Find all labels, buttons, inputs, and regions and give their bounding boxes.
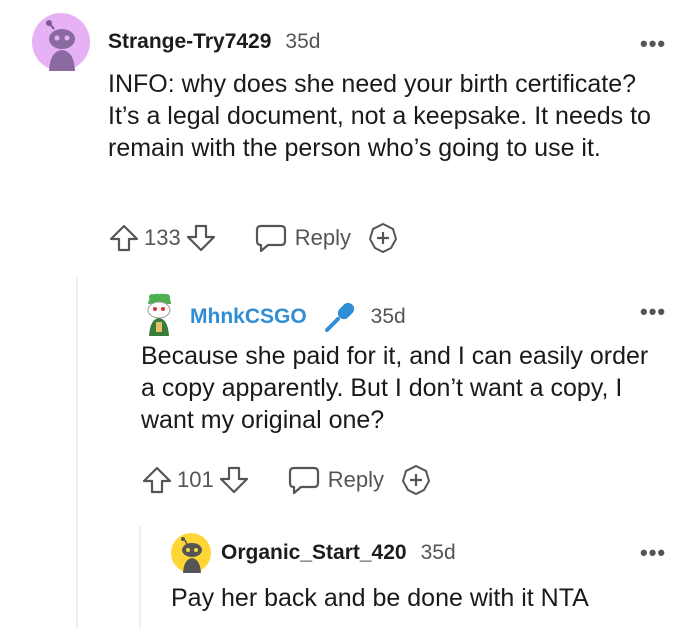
speech-bubble-icon [255, 224, 286, 253]
more-options-button[interactable]: ••• [640, 33, 666, 55]
comment-thread: Strange-Try7429 35d ••• INFO: why does s… [0, 0, 700, 629]
award-plus-icon[interactable] [400, 464, 432, 496]
vote-count: 101 [177, 467, 214, 492]
more-options-button[interactable]: ••• [640, 542, 666, 564]
comment-1: Strange-Try7429 35d ••• INFO: why does s… [0, 0, 700, 270]
reply-button[interactable]: Reply [255, 223, 351, 253]
comment-author[interactable]: Organic_Start_420 [221, 541, 407, 565]
award-plus-icon[interactable] [367, 222, 399, 254]
reply-label: Reply [294, 225, 351, 250]
comment-actions: 101 Reply [141, 464, 432, 496]
upvote-arrow-icon[interactable] [108, 222, 140, 254]
downvote-arrow-icon[interactable] [218, 464, 250, 496]
upvote-arrow-icon[interactable] [141, 464, 173, 496]
comment-age: 35d [420, 541, 456, 564]
comment-body: Pay her back and be done with it NTA [171, 584, 589, 612]
comment-actions: 133 Reply [108, 222, 399, 254]
comment-author[interactable]: MhnkCSGO [190, 305, 307, 329]
snoo-avatar-icon[interactable] [32, 13, 90, 71]
vote-count: 133 [144, 225, 181, 250]
reply-label: Reply [327, 467, 384, 492]
snoo-yellow-avatar-icon[interactable] [171, 533, 211, 573]
comment-body: INFO: why does she need your birth certi… [108, 70, 651, 162]
comment-author[interactable]: Strange-Try7429 [108, 30, 271, 54]
more-options-button[interactable]: ••• [640, 301, 666, 323]
comment-2: MhnkCSGO 35d ••• Because she paid for it… [0, 270, 700, 510]
comment-body: Because she paid for it, and I can easil… [141, 342, 649, 434]
comment-age: 35d [370, 305, 406, 328]
comment-age: 35d [285, 30, 321, 53]
microphone-icon [323, 300, 357, 334]
downvote-arrow-icon[interactable] [185, 222, 217, 254]
snoo-green-avatar-icon[interactable] [140, 292, 178, 336]
comment-3: Organic_Start_420 35d ••• Pay her back a… [0, 510, 700, 629]
reply-button[interactable]: Reply [288, 465, 384, 495]
speech-bubble-icon [288, 466, 319, 495]
